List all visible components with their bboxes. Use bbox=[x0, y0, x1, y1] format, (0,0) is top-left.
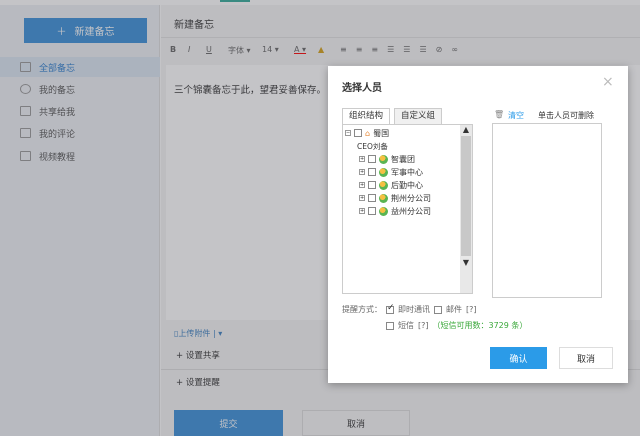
selected-people-list[interactable] bbox=[492, 123, 602, 298]
org-tree: ▲ ▼ − ⌂ 蜀国 CEO刘备 + 智囊团 + 军事中心 + 后勤中心 + 荆州分公司 +… bbox=[342, 124, 473, 294]
expand-icon[interactable]: + bbox=[359, 156, 365, 162]
dialog-cancel-button[interactable]: 取消 bbox=[559, 347, 613, 369]
im-checkbox[interactable]: ✓ bbox=[386, 303, 395, 314]
tree-node[interactable]: + 荆州分公司 bbox=[359, 192, 431, 204]
tree-node[interactable]: + 军事中心 bbox=[359, 166, 423, 178]
checkbox[interactable] bbox=[368, 207, 376, 215]
checkbox[interactable] bbox=[368, 155, 376, 163]
confirm-button[interactable]: 确认 bbox=[490, 347, 547, 369]
checkbox[interactable] bbox=[354, 129, 362, 137]
tree-node[interactable]: + 后勤中心 bbox=[359, 179, 423, 191]
home-icon: ⌂ bbox=[365, 128, 371, 138]
reminder-row: 提醒方式： ✓ 即时通讯 邮件 [?] bbox=[342, 302, 477, 315]
checkbox[interactable] bbox=[368, 168, 376, 176]
hint-text: 单击人员可删除 bbox=[538, 111, 594, 120]
scroll-down-icon[interactable]: ▼ bbox=[460, 258, 472, 267]
tree-root[interactable]: − ⌂ 蜀国 bbox=[345, 127, 389, 139]
checkbox[interactable] bbox=[368, 181, 376, 189]
tree-ceo[interactable]: CEO刘备 bbox=[357, 140, 388, 152]
tree-node[interactable]: + 智囊团 bbox=[359, 153, 415, 165]
collapse-icon[interactable]: − bbox=[345, 130, 351, 136]
close-icon[interactable]: × bbox=[602, 74, 614, 90]
sms-checkbox[interactable] bbox=[386, 321, 394, 330]
group-icon bbox=[379, 180, 388, 190]
scrollbar[interactable]: ▲ ▼ bbox=[460, 125, 472, 293]
scroll-thumb[interactable] bbox=[461, 136, 471, 256]
sms-help[interactable]: [?] bbox=[418, 321, 429, 330]
expand-icon[interactable]: + bbox=[359, 182, 365, 188]
group-icon bbox=[379, 193, 388, 203]
tab-custom-group[interactable]: 自定义组 bbox=[394, 108, 443, 124]
select-people-dialog: 选择人员 × 组织结构 自定义组 ▲ ▼ − ⌂ 蜀国 CEO刘备 + 智囊团 + 军事… bbox=[328, 66, 628, 383]
dialog-title: 选择人员 bbox=[342, 83, 382, 94]
expand-icon[interactable]: + bbox=[359, 208, 365, 214]
expand-icon[interactable]: + bbox=[359, 195, 365, 201]
scroll-up-icon[interactable]: ▲ bbox=[460, 125, 472, 134]
group-icon bbox=[379, 154, 388, 164]
email-help[interactable]: [?] bbox=[466, 305, 477, 314]
clear-link[interactable]: 清空 bbox=[508, 110, 524, 121]
expand-icon[interactable]: + bbox=[359, 169, 365, 175]
sms-row: 短信 [?] （短信可用数：3729 条） bbox=[386, 320, 527, 331]
checkbox[interactable] bbox=[368, 194, 376, 202]
tree-node[interactable]: + 益州分公司 bbox=[359, 205, 431, 217]
trash-icon[interactable]: 🗑 bbox=[494, 110, 504, 119]
group-icon bbox=[379, 206, 388, 216]
group-icon bbox=[379, 167, 388, 177]
sms-quota: （短信可用数：3729 条） bbox=[432, 321, 528, 330]
email-checkbox[interactable] bbox=[434, 305, 442, 314]
tab-org[interactable]: 组织结构 bbox=[342, 108, 391, 125]
